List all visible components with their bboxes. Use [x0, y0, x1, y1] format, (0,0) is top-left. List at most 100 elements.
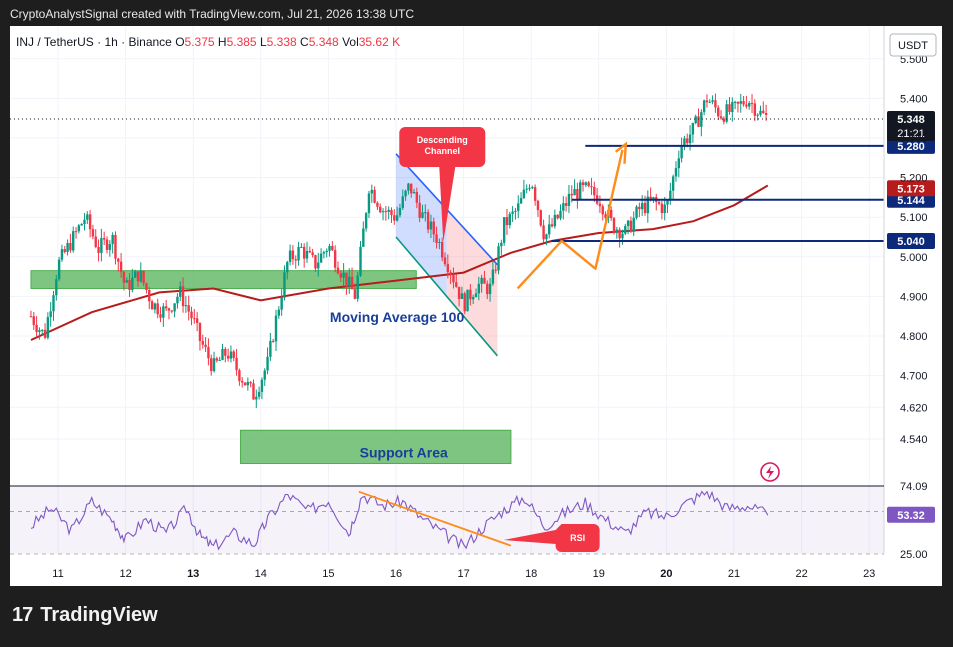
candle-body	[463, 293, 466, 312]
candle-body	[531, 187, 534, 189]
candle-body	[195, 318, 199, 323]
candle-body	[336, 267, 340, 274]
candle-body	[517, 203, 520, 211]
candle-body	[63, 249, 66, 253]
candle-body	[412, 192, 416, 194]
candle-body	[615, 229, 619, 233]
chart-credit: CryptoAnalystSignal created with Trading…	[10, 7, 414, 21]
candle-body	[415, 192, 419, 203]
candle-body	[666, 200, 669, 205]
candle-body	[474, 293, 478, 298]
rsi-band	[10, 486, 884, 554]
candle-body	[94, 236, 97, 247]
candle-body	[364, 213, 368, 229]
candle-body	[283, 272, 286, 298]
price-chart[interactable]: Support Area Moving Average 100 5.2805.1…	[10, 26, 942, 586]
candle-body	[176, 296, 179, 304]
candle-body	[609, 209, 613, 219]
candle-body	[733, 101, 737, 103]
candle-body	[164, 306, 168, 309]
candle-body	[339, 273, 342, 278]
price-tick-label: 5.100	[900, 212, 928, 224]
candle-body	[342, 272, 345, 278]
candle-body	[753, 103, 757, 116]
lightning-icon-bolt	[766, 466, 774, 479]
candle-body	[500, 242, 503, 247]
candle-body	[739, 101, 742, 104]
candle-body	[108, 244, 112, 250]
candle-body	[210, 358, 213, 372]
candle-body	[573, 188, 576, 196]
ma-label: Moving Average 100	[330, 309, 465, 325]
candle-body	[322, 252, 326, 254]
rsi-tick-label: 25.00	[900, 549, 928, 561]
last-price-label: 5.348	[897, 114, 925, 126]
candle-body	[536, 200, 540, 211]
candle-body	[167, 308, 171, 311]
zone-label: Support Area	[360, 445, 448, 461]
candle-body	[401, 196, 404, 209]
candle-body	[533, 187, 537, 201]
candle-body	[133, 271, 137, 278]
level-tag-label: 5.144	[897, 195, 925, 207]
candle-body	[60, 249, 64, 260]
candle-body	[57, 259, 61, 280]
candle-body	[511, 211, 514, 214]
candle-body	[198, 322, 202, 342]
candle-body	[260, 379, 264, 392]
candle-body	[635, 206, 638, 218]
candle-body	[215, 358, 219, 361]
candle-body	[486, 283, 489, 295]
chart-frame: Support Area Moving Average 100 5.280 5.1…	[10, 26, 942, 586]
candle-body	[91, 229, 95, 237]
candle-body	[762, 110, 765, 114]
candle-body	[288, 250, 292, 263]
candle-body	[317, 262, 320, 269]
candle-body	[460, 293, 464, 299]
candle-body	[452, 274, 455, 283]
candle-body	[548, 224, 551, 235]
candle-body	[590, 186, 593, 188]
candle-body	[229, 351, 233, 359]
orange-path	[516, 149, 624, 290]
candle-body	[353, 289, 357, 299]
candle-body	[387, 209, 390, 212]
candle-body	[46, 317, 50, 338]
rsi-pane: RSI74.0955.6225.0053.32	[10, 481, 935, 561]
candle-body	[384, 211, 388, 213]
candle-body	[243, 382, 247, 386]
candle-body	[274, 315, 278, 342]
candle-body	[528, 187, 531, 189]
candle-body	[542, 225, 545, 240]
candle-body	[660, 203, 664, 214]
candle-body	[446, 264, 450, 273]
candle-body	[756, 114, 759, 116]
candle-body	[579, 182, 582, 199]
currency-label: USDT	[898, 40, 928, 52]
candle-body	[435, 234, 438, 243]
candle-body	[297, 247, 300, 261]
candle-body	[173, 303, 176, 312]
ma-tag-label: 5.173	[897, 183, 925, 195]
candle-body	[748, 103, 751, 107]
candle-body	[238, 370, 241, 382]
candle-body	[105, 239, 109, 250]
candle-body	[742, 101, 745, 105]
candle-body	[722, 118, 726, 122]
candle-body	[350, 276, 354, 290]
candle-body	[593, 186, 596, 196]
candle-body	[193, 318, 196, 320]
candle-body	[80, 224, 83, 226]
candle-body	[719, 116, 723, 119]
price-tick-label: 4.800	[900, 331, 928, 343]
candle-body	[694, 116, 697, 124]
candle-body	[187, 305, 190, 312]
candle-body	[379, 206, 382, 213]
time-tick-label: 11	[52, 568, 63, 580]
candle-body	[86, 214, 89, 220]
time-tick-label: 16	[390, 568, 402, 580]
candle-body	[717, 107, 720, 117]
candle-body	[407, 183, 410, 191]
price-tick-label: 4.700	[900, 371, 928, 383]
candle-body	[381, 211, 385, 213]
